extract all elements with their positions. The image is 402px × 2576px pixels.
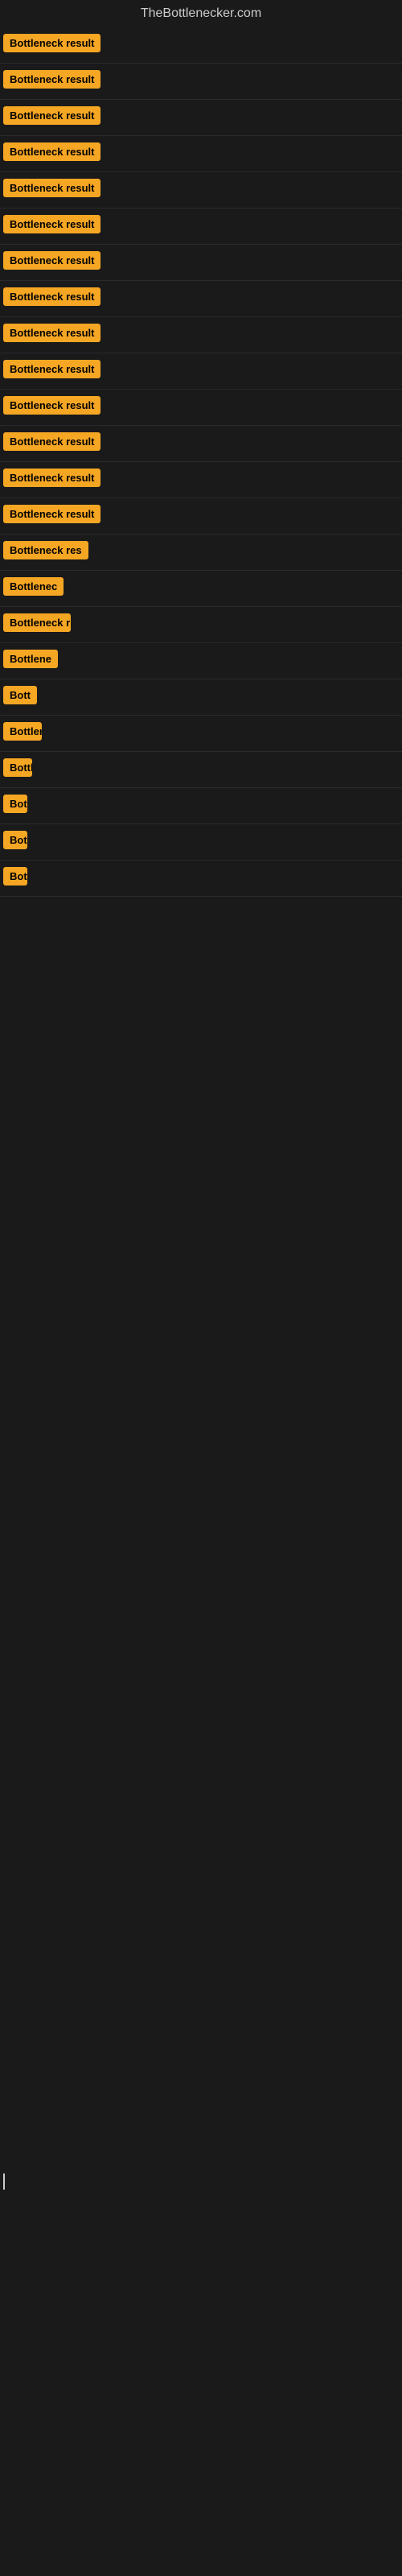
cursor xyxy=(3,2174,5,2190)
bottleneck-badge: Bottleneck result xyxy=(3,396,100,415)
result-row[interactable]: Bottleneck result xyxy=(0,317,402,353)
bottleneck-badge: Bottleneck xyxy=(3,795,27,813)
bottleneck-badge: Bottleneck result xyxy=(3,324,100,342)
bottleneck-badge: Bottlene xyxy=(3,722,42,741)
result-row[interactable]: Bottlen xyxy=(0,861,402,897)
bottleneck-badge: Bottleneck res xyxy=(3,541,88,559)
result-row[interactable]: Bottle xyxy=(0,752,402,788)
result-row[interactable]: Bott xyxy=(0,679,402,716)
bottleneck-badge: Bottlenec xyxy=(3,577,64,596)
result-row[interactable]: Bottleneck result xyxy=(0,498,402,535)
result-row[interactable]: Bottleneck result xyxy=(0,462,402,498)
bottleneck-badge: Bot xyxy=(3,831,27,849)
bottleneck-badge: Bottleneck result xyxy=(3,287,100,306)
result-row[interactable]: Bot xyxy=(0,824,402,861)
bottleneck-badge: Bottleneck result xyxy=(3,432,100,451)
result-row[interactable]: Bottleneck result xyxy=(0,281,402,317)
result-row[interactable]: Bottlene xyxy=(0,716,402,752)
bottleneck-badge: Bottleneck result xyxy=(3,215,100,233)
result-row[interactable]: Bottleneck result xyxy=(0,426,402,462)
result-row[interactable]: Bottleneck result xyxy=(0,245,402,281)
result-row[interactable]: Bottleneck result xyxy=(0,208,402,245)
bottleneck-badge: Bottleneck result xyxy=(3,70,100,89)
result-row[interactable]: Bottleneck result xyxy=(0,100,402,136)
bottleneck-badge: Bottlene xyxy=(3,650,58,668)
result-row[interactable]: Bottleneck result xyxy=(0,136,402,172)
result-row[interactable]: Bottleneck result xyxy=(0,172,402,208)
result-row[interactable]: Bottleneck result xyxy=(0,390,402,426)
result-row[interactable]: Bottleneck result xyxy=(0,64,402,100)
results-container: Bottleneck result Bottleneck result Bottle… xyxy=(0,27,402,897)
bottleneck-badge: Bottleneck result xyxy=(3,251,100,270)
bottleneck-badge: Bottleneck result xyxy=(3,179,100,197)
result-row[interactable]: Bottlenec xyxy=(0,571,402,607)
bottleneck-badge: Bottleneck result xyxy=(3,469,100,487)
bottleneck-badge: Bottle xyxy=(3,758,32,777)
bottleneck-badge: Bottleneck result xyxy=(3,106,100,125)
site-title: TheBottlenecker.com xyxy=(0,0,402,27)
bottleneck-badge: Bottleneck result xyxy=(3,34,100,52)
result-row[interactable]: Bottleneck result xyxy=(0,353,402,390)
bottleneck-badge: Bottleneck r xyxy=(3,613,71,632)
result-row[interactable]: Bottleneck xyxy=(0,788,402,824)
result-row[interactable]: Bottlene xyxy=(0,643,402,679)
bottleneck-badge: Bottleneck result xyxy=(3,142,100,161)
result-row[interactable]: Bottleneck result xyxy=(0,27,402,64)
bottleneck-badge: Bottleneck result xyxy=(3,360,100,378)
bottleneck-badge: Bottlen xyxy=(3,867,27,886)
result-row[interactable]: Bottleneck res xyxy=(0,535,402,571)
bottleneck-badge: Bottleneck result xyxy=(3,505,100,523)
result-row[interactable]: Bottleneck r xyxy=(0,607,402,643)
bottleneck-badge: Bott xyxy=(3,686,37,704)
